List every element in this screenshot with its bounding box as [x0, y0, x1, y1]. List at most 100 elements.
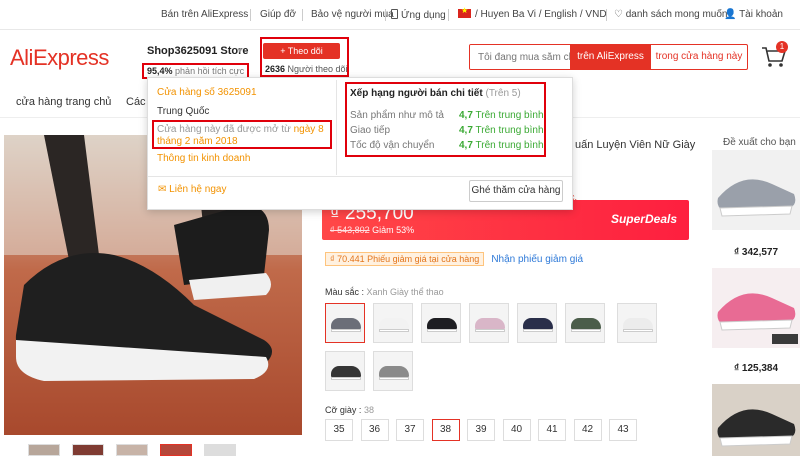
color-swatch[interactable]	[325, 351, 365, 391]
rating-value-row: 4,7 Trên trung bình	[459, 125, 544, 136]
coupon-row: ₫ 70.441 Phiếu giảm giá tại cửa hàng Nhậ…	[325, 252, 583, 266]
contact-label: Liên hệ ngay	[169, 184, 227, 195]
store-home-tab[interactable]: cửa hàng trang chủ	[16, 96, 111, 108]
discount-label: Giảm 53%	[372, 225, 415, 235]
product-thumbnail[interactable]	[28, 444, 60, 456]
store-country: Trung Quốc	[157, 106, 210, 117]
followers-number: 2636	[265, 64, 286, 74]
size-option-button[interactable]: 35	[325, 419, 353, 441]
size-value: 38	[363, 405, 374, 415]
product-thumbnail[interactable]	[204, 444, 236, 456]
size-option-button[interactable]: 37	[396, 419, 424, 441]
sneaker-sole	[475, 329, 505, 332]
divider	[148, 176, 572, 177]
size-option-button[interactable]: 40	[502, 419, 531, 441]
user-icon: 👤	[724, 9, 737, 20]
product-title: uấn Luyện Viên Nữ Giày	[575, 139, 696, 151]
wishlist-link[interactable]: ♡ danh sách mong muốn	[614, 9, 727, 20]
top-utility-bar: Bán trên AliExpress Giúp đỡ Bảo vệ người…	[0, 0, 800, 30]
size-option-button[interactable]: 36	[360, 419, 389, 441]
color-swatch[interactable]	[517, 303, 557, 343]
product-thumbnail[interactable]	[116, 444, 148, 456]
store-opened-text: Cửa hàng này đã được mở từ ngày 8 tháng …	[157, 124, 329, 148]
product-thumbnail[interactable]	[72, 444, 104, 456]
recommended-product-image[interactable]	[712, 150, 800, 230]
color-label: Màu sắc : Xanh Giày thể thao	[325, 287, 444, 297]
followers-count: 2636 Người theo dõi	[265, 64, 348, 74]
color-swatch[interactable]	[617, 303, 657, 343]
seller-rating-box: Xếp hạng người bán chi tiết (Trên 5) Sản…	[345, 82, 546, 157]
size-option-button[interactable]: 39	[467, 419, 495, 441]
rating-note: Trên trung bình	[475, 125, 544, 136]
rating-name: Giao tiếp	[350, 125, 391, 136]
color-swatch[interactable]	[373, 303, 413, 343]
store-coupon-tag: ₫ 70.441 Phiếu giảm giá tại cửa hàng	[325, 252, 485, 266]
visit-store-button[interactable]: Ghé thăm cửa hàng	[469, 180, 563, 202]
store-info-popup: Cửa hàng số 3625091 Trung Quốc Cửa hàng …	[147, 77, 573, 210]
get-coupon-link[interactable]: Nhận phiếu giảm giá	[491, 254, 583, 265]
help-link[interactable]: Giúp đỡ	[260, 9, 296, 20]
phone-icon	[391, 9, 398, 19]
heart-icon: ♡	[614, 9, 623, 20]
aliexpress-logo[interactable]: AliExpress	[10, 45, 109, 71]
color-swatch[interactable]	[421, 303, 461, 343]
color-swatch[interactable]	[565, 303, 605, 343]
cart-count-badge: 1	[776, 41, 788, 53]
sneaker-sole	[427, 329, 457, 332]
buyer-protection-link[interactable]: Bảo vệ người mua	[311, 9, 394, 20]
product-thumbnail[interactable]	[160, 444, 192, 456]
store-opened-label: Cửa hàng này đã được mở từ	[157, 124, 291, 135]
divider	[302, 9, 303, 21]
seller-rating-title: Xếp hạng người bán chi tiết (Trên 5)	[350, 88, 521, 99]
rating-value-row: 4,7 Trên trung bình	[459, 110, 544, 121]
size-option-button[interactable]: 43	[609, 419, 637, 441]
color-swatch[interactable]	[373, 351, 413, 391]
recommended-price: ₫ 125,384	[734, 363, 779, 374]
color-value: Xanh Giày thể thao	[366, 287, 444, 297]
chevron-down-icon[interactable]: ▼	[236, 46, 244, 55]
followers-label: Người theo dõi	[287, 64, 348, 74]
wishlist-label: danh sách mong muốn	[625, 9, 728, 20]
vietnam-flag-icon	[458, 6, 471, 18]
size-label-text: Cỡ giày :	[325, 405, 362, 415]
app-link[interactable]: Ứng dụng	[391, 9, 446, 21]
store-name[interactable]: Shop3625091 Store	[147, 45, 249, 57]
account-link[interactable]: 👤 Tài khoản	[724, 9, 783, 20]
store-number-link[interactable]: Cửa hàng số 3625091	[157, 87, 257, 98]
contact-now-link[interactable]: ✉ Liên hệ ngay	[158, 184, 226, 195]
account-label: Tài khoản	[739, 9, 783, 20]
divider	[448, 9, 449, 21]
divider	[606, 9, 607, 21]
recommended-product-image[interactable]	[712, 268, 800, 348]
locale-selector[interactable]: / Huyen Ba Vi / English / VND	[458, 6, 607, 20]
divider	[336, 80, 337, 175]
rating-value-row: 4,7 Trên trung bình	[459, 140, 544, 151]
sell-on-aliexpress-link[interactable]: Bán trên AliExpress	[161, 9, 248, 20]
search-aliexpress-button[interactable]: trên AliExpress	[570, 45, 651, 69]
divider	[385, 9, 386, 21]
recommended-product-image[interactable]	[712, 384, 800, 456]
locale-label: / Huyen Ba Vi / English / VND	[475, 9, 607, 20]
mail-icon: ✉	[158, 184, 167, 195]
follow-button[interactable]: + Theo dõi	[263, 43, 340, 59]
color-swatch[interactable]	[469, 303, 509, 343]
store-opened-box: Cửa hàng này đã được mở từ ngày 8 tháng …	[152, 120, 332, 149]
color-swatch[interactable]	[325, 303, 365, 343]
original-price-row: ₫ 543,802 Giảm 53%	[330, 225, 414, 235]
search-input[interactable]	[470, 45, 570, 69]
size-option-button[interactable]: 38	[431, 419, 460, 441]
size-option-button[interactable]: 42	[573, 419, 602, 441]
business-info-link[interactable]: Thông tin kinh doanh	[157, 153, 250, 164]
rating-note: Trên trung bình	[475, 140, 544, 151]
color-label-text: Màu sắc :	[325, 287, 365, 297]
rating-value: 4,7	[459, 140, 473, 151]
rating-note: Trên trung bình	[475, 110, 544, 121]
sneaker-sole	[331, 329, 361, 332]
sneaker-sole	[623, 329, 653, 332]
recommendations-title: Đề xuất cho bạn	[723, 137, 796, 148]
search-store-button[interactable]: trong cửa hàng này	[651, 45, 747, 69]
rating-name: Tốc độ vận chuyển	[350, 140, 435, 151]
rating-name: Sản phẩm như mô tả	[350, 110, 444, 121]
size-option-button[interactable]: 41	[538, 419, 566, 441]
size-label: Cỡ giày : 38	[325, 405, 374, 415]
